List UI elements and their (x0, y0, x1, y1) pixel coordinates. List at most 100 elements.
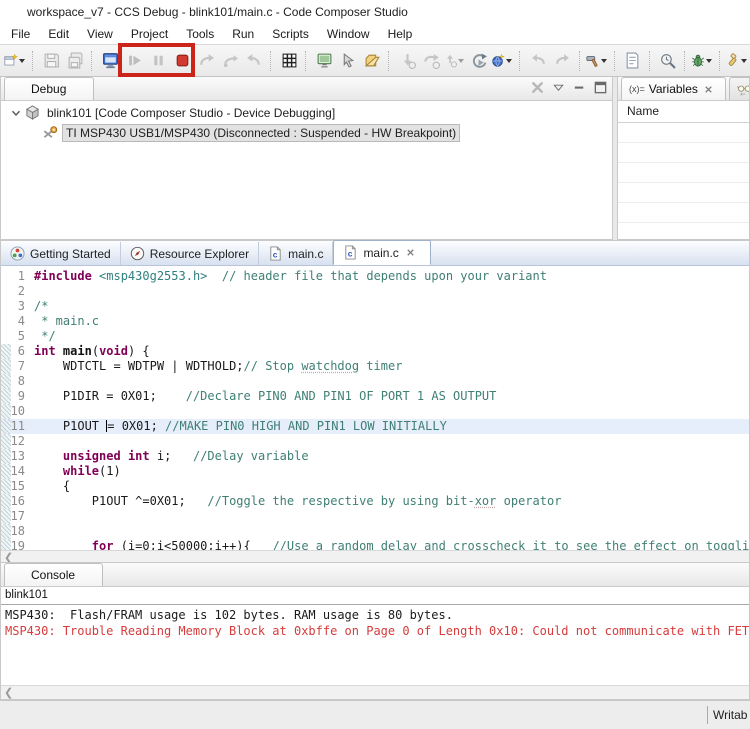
code-line-11[interactable]: 11 P1OUT = 0X01; //MAKE PIN0 HIGH AND PI… (1, 419, 749, 434)
variables-empty-row[interactable] (618, 203, 749, 223)
variables-empty-row[interactable] (618, 143, 749, 163)
reset-icon (471, 52, 488, 69)
toolbar-button-save (39, 49, 63, 73)
line-number: 3 (17, 299, 25, 313)
gutter-range-hatch (1, 479, 11, 494)
code-editor[interactable]: 1 #include <msp430g2553.h> // header file… (1, 266, 749, 550)
code-line-13[interactable]: 13 unsigned int i; //Delay variable (1, 449, 749, 464)
editor-tab-main.c[interactable]: c main.c (259, 242, 334, 265)
menu-item-view[interactable]: View (78, 25, 122, 43)
toolbar-button-debug-monitor[interactable] (98, 49, 122, 73)
toolbar-button-new-wizard[interactable] (4, 49, 28, 73)
variables-icon: (x)= (629, 84, 645, 94)
menu-item-edit[interactable]: Edit (39, 25, 78, 43)
disconnect-icon[interactable] (530, 80, 545, 95)
toolbar-button-step-arrow3 (242, 49, 266, 73)
toolbar (0, 44, 750, 77)
gutter-range-hatch (1, 524, 11, 539)
toolbar-button-reset[interactable] (467, 49, 491, 73)
toolbar-button-pointer[interactable] (336, 49, 360, 73)
restore-icon (364, 52, 381, 69)
editor-tab-getting-started[interactable]: Getting Started (1, 242, 121, 265)
code-line-2[interactable]: 2 (1, 284, 749, 299)
tab-debug[interactable]: Debug (4, 77, 95, 100)
editor-tab-main.c[interactable]: c main.c (333, 240, 431, 265)
toolbar-button-flashlight[interactable] (726, 49, 750, 73)
console-horizontal-scrollbar[interactable]: ❮ (1, 685, 749, 699)
editor-tab-label: Resource Explorer (149, 246, 250, 261)
debug-tree-item[interactable]: blink101 [Code Composer Studio - Device … (1, 104, 612, 121)
code-line-7[interactable]: 7 WDTCTL = WDTPW | WDTHOLD;// Stop watch… (1, 359, 749, 374)
variables-empty-row[interactable] (618, 163, 749, 183)
code-line-10[interactable]: 10 (1, 404, 749, 419)
code-line-6[interactable]: 6 int main(void) { (1, 344, 749, 359)
code-line-18[interactable]: 18 (1, 524, 749, 539)
code-line-14[interactable]: 14 while(1) (1, 464, 749, 479)
code-line-9[interactable]: 9 P1DIR = 0X01; //Declare PIN0 AND PIN1 … (1, 389, 749, 404)
code-line-17[interactable]: 17 (1, 509, 749, 524)
toolbar-button-view-monitor[interactable] (312, 49, 336, 73)
code-line-5[interactable]: 5 */ (1, 329, 749, 344)
toolbar-button-restore[interactable] (360, 49, 384, 73)
tab-ex[interactable]: x=Ex (728, 77, 749, 100)
close-icon[interactable] (80, 570, 91, 581)
tab-console[interactable]: Console (4, 563, 104, 586)
menu-item-file[interactable]: File (2, 25, 39, 43)
menu-item-help[interactable]: Help (379, 25, 422, 43)
code-line-8[interactable]: 8 (1, 374, 749, 389)
close-icon[interactable] (703, 84, 714, 95)
menu-item-window[interactable]: Window (318, 25, 379, 43)
chevron-down-icon[interactable] (9, 106, 23, 120)
variables-empty-row[interactable] (618, 123, 749, 143)
toolbar-button-build-hammer[interactable] (586, 49, 610, 73)
maximize-icon[interactable] (593, 80, 608, 95)
chevron-down-icon[interactable] (458, 58, 465, 63)
code-text: for (i=0;i<50000;i++){ //Use a random de… (91, 539, 749, 550)
close-icon[interactable] (71, 84, 82, 95)
target-config-icon (491, 52, 506, 69)
toolbar-separator (578, 50, 583, 71)
menu-item-project[interactable]: Project (122, 25, 177, 43)
variables-empty-row[interactable] (618, 223, 749, 239)
code-line-19[interactable]: 19 for (i=0;i<50000;i++){ //Use a random… (1, 539, 749, 550)
variables-name-column-header[interactable]: Name (618, 101, 749, 123)
minimize-icon[interactable] (572, 80, 587, 95)
scroll-left-arrow-icon[interactable]: ❮ (4, 687, 13, 698)
menu-item-run[interactable]: Run (223, 25, 263, 43)
toolbar-button-save-all (63, 49, 87, 73)
view-menu-icon[interactable] (551, 80, 566, 95)
toolbar-separator (683, 50, 688, 71)
toolbar-button-terminate[interactable] (170, 49, 194, 73)
chevron-down-icon[interactable] (19, 58, 25, 63)
editor-tab-label: Getting Started (30, 246, 111, 261)
toolbar-button-registers[interactable] (277, 49, 301, 73)
code-line-1[interactable]: 1 #include <msp430g2553.h> // header file… (1, 269, 749, 284)
toolbar-button-search-clock[interactable] (656, 49, 680, 73)
toolbar-button-redo (551, 49, 575, 73)
scroll-left-arrow-icon[interactable]: ❮ (4, 552, 13, 563)
code-line-4[interactable]: 4 * main.c (1, 314, 749, 329)
variables-empty-row[interactable] (618, 183, 749, 203)
code-line-3[interactable]: 3 /* (1, 299, 749, 314)
toolbar-button-bug[interactable] (691, 49, 715, 73)
code-text: */ (34, 329, 56, 343)
code-text: P1OUT = 0X01; //MAKE PIN0 HIGH AND PIN1 … (34, 419, 447, 433)
gutter-range-hatch (1, 464, 11, 479)
chevron-down-icon[interactable] (705, 58, 712, 63)
close-icon[interactable] (405, 247, 416, 258)
code-line-15[interactable]: 15 { (1, 479, 749, 494)
debug-tree-item[interactable]: TI MSP430 USB1/MSP430 (Disconnected : Su… (1, 123, 612, 142)
toolbar-button-new-file[interactable] (621, 49, 645, 73)
editor-tab-resource-explorer[interactable]: Resource Explorer (121, 242, 260, 265)
tab-variables[interactable]: (x)= Variables (621, 77, 726, 100)
chevron-down-icon[interactable] (741, 58, 748, 63)
menu-item-scripts[interactable]: Scripts (263, 25, 318, 43)
menu-item-tools[interactable]: Tools (177, 25, 223, 43)
toolbar-button-target-config[interactable] (491, 49, 515, 73)
code-line-12[interactable]: 12 (1, 434, 749, 449)
chevron-down-icon[interactable] (600, 58, 607, 63)
code-line-16[interactable]: 16 P1OUT ^=0X01; //Toggle the respective… (1, 494, 749, 509)
toolbar-separator (270, 50, 274, 71)
chevron-down-icon[interactable] (506, 58, 513, 63)
code-text: { (34, 479, 71, 493)
